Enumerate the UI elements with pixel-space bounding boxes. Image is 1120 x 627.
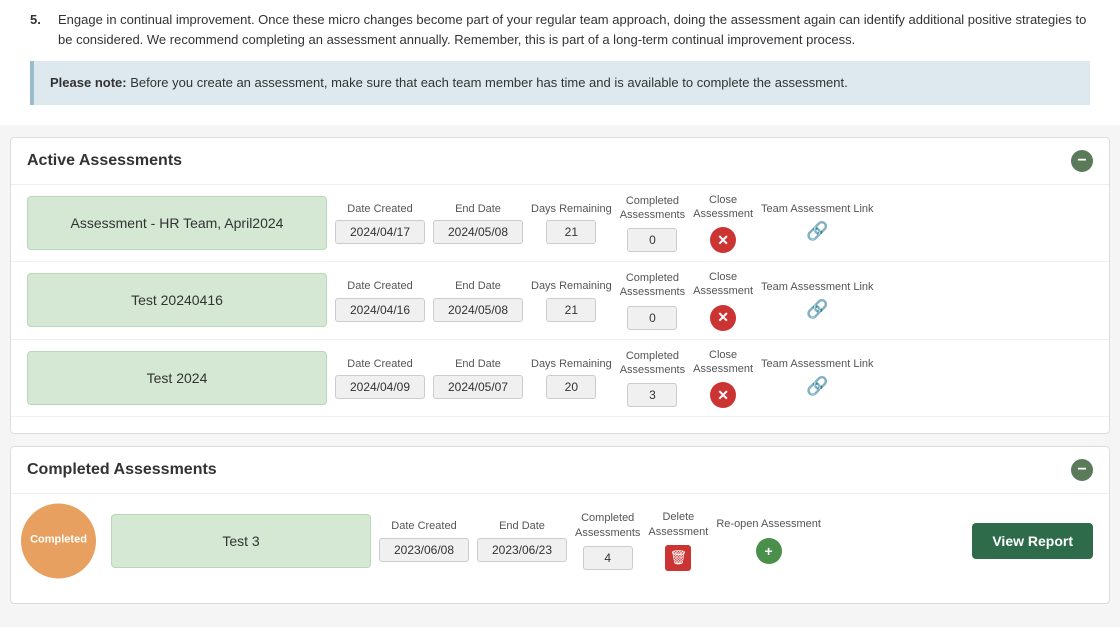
overlay-label: Completed — [30, 534, 87, 547]
label-team-link: Team Assessment Link — [761, 203, 874, 215]
comp-end-date-1: End Date 2023/06/23 — [477, 519, 567, 561]
top-section: 5. Engage in continual improvement. Once… — [0, 0, 1120, 125]
meta-end-date-3: End Date 2024/05/07 — [433, 357, 523, 399]
comp-delete-1: DeleteAssessment 🗑 — [648, 510, 708, 571]
label-end-date-2: End Date — [455, 279, 501, 293]
label-completed-3: CompletedAssessments — [620, 349, 685, 378]
assessment-row-3: Test 2024 Date Created 2024/04/09 End Da… — [11, 340, 1109, 418]
comp-value-end-date-1: 2023/06/23 — [477, 538, 567, 562]
label-date-created-3: Date Created — [347, 357, 412, 371]
completed-title: Completed Assessments — [27, 461, 217, 479]
page-wrapper: 5. Engage in continual improvement. Once… — [0, 0, 1120, 604]
close-btn-2[interactable]: ✕ — [710, 305, 736, 331]
label-close: CloseAssessment — [693, 193, 753, 222]
label-date-created-2: Date Created — [347, 279, 412, 293]
label-completed-2: CompletedAssessments — [620, 271, 685, 300]
label-team-link-3: Team Assessment Link — [761, 358, 874, 370]
label-date-created: Date Created — [347, 202, 412, 216]
note-text: Before you create an assessment, make su… — [130, 75, 848, 90]
assessment-name-3: Test 2024 — [27, 351, 327, 405]
label-end-date-3: End Date — [455, 357, 501, 371]
comp-label-completed: CompletedAssessments — [575, 511, 640, 540]
meta-date-created-2: Date Created 2024/04/16 — [335, 279, 425, 321]
label-close-3: CloseAssessment — [693, 348, 753, 377]
label-days-2: Days Remaining — [531, 279, 612, 293]
active-collapse-btn[interactable]: − — [1071, 150, 1093, 172]
meta-end-date-2: End Date 2024/05/08 — [433, 279, 523, 321]
completed-row-1: Test 3 Date Created 2023/06/08 End Date … — [11, 502, 1109, 579]
label-completed: CompletedAssessments — [620, 194, 685, 223]
team-link-3: Team Assessment Link 🔗 — [761, 358, 874, 397]
meta-completed-1: CompletedAssessments 0 — [620, 194, 685, 253]
value-date-created-2: 2024/04/16 — [335, 298, 425, 322]
value-completed-3: 3 — [627, 383, 677, 407]
completed-name-1: Test 3 — [111, 514, 371, 568]
value-days-1: 21 — [546, 220, 596, 244]
step-number: 5. — [30, 10, 50, 49]
active-assessments-card: Active Assessments − Assessment - HR Tea… — [10, 137, 1110, 435]
value-date-created-1: 2024/04/17 — [335, 220, 425, 244]
meta-end-date-1: End Date 2024/05/08 — [433, 202, 523, 244]
meta-date-created-1: Date Created 2024/04/17 — [335, 202, 425, 244]
comp-label-reopen: Re-open Assessment — [716, 517, 821, 531]
note-label: Please note: — [50, 75, 127, 90]
close-btn-3[interactable]: ✕ — [710, 382, 736, 408]
step-text: Engage in continual improvement. Once th… — [58, 10, 1090, 49]
comp-label-date-created: Date Created — [391, 519, 456, 533]
value-date-created-3: 2024/04/09 — [335, 375, 425, 399]
close-btn-1[interactable]: ✕ — [710, 227, 736, 253]
meta-completed-3: CompletedAssessments 3 — [620, 349, 685, 408]
value-days-2: 21 — [546, 298, 596, 322]
comp-label-end-date: End Date — [499, 519, 545, 533]
comp-completed-1: CompletedAssessments 4 — [575, 511, 640, 570]
active-title: Active Assessments — [27, 152, 182, 170]
label-team-link-2: Team Assessment Link — [761, 281, 874, 293]
label-close-2: CloseAssessment — [693, 270, 753, 299]
value-completed-2: 0 — [627, 306, 677, 330]
meta-completed-2: CompletedAssessments 0 — [620, 271, 685, 330]
link-icon-2[interactable]: 🔗 — [806, 299, 828, 320]
completed-collapse-btn[interactable]: − — [1071, 459, 1093, 481]
value-days-3: 20 — [546, 375, 596, 399]
completed-assessments-card: Completed Assessments − Completed Test 3… — [10, 446, 1110, 604]
value-end-date-2: 2024/05/08 — [433, 298, 523, 322]
meta-days-3: Days Remaining 20 — [531, 357, 612, 399]
value-end-date-1: 2024/05/08 — [433, 220, 523, 244]
comp-value-completed-1: 4 — [583, 546, 633, 570]
label-days-3: Days Remaining — [531, 357, 612, 371]
link-icon-1[interactable]: 🔗 — [806, 221, 828, 242]
value-completed-1: 0 — [627, 228, 677, 252]
note-box: Please note: Before you create an assess… — [30, 61, 1090, 105]
assessment-name-2: Test 20240416 — [27, 273, 327, 327]
assessment-row: Assessment - HR Team, April2024 Date Cre… — [11, 185, 1109, 263]
close-assessment-3: CloseAssessment ✕ — [693, 348, 753, 409]
completed-body: Completed Test 3 Date Created 2023/06/08… — [11, 494, 1109, 587]
close-assessment-1: CloseAssessment ✕ — [693, 193, 753, 254]
meta-days-2: Days Remaining 21 — [531, 279, 612, 321]
delete-btn-1[interactable]: 🗑 — [665, 545, 691, 571]
label-end-date: End Date — [455, 202, 501, 216]
team-link-1: Team Assessment Link 🔗 — [761, 203, 874, 242]
comp-label-delete: DeleteAssessment — [648, 510, 708, 539]
assessment-name-1: Assessment - HR Team, April2024 — [27, 196, 327, 250]
team-link-2: Team Assessment Link 🔗 — [761, 281, 874, 320]
comp-value-date-created-1: 2023/06/08 — [379, 538, 469, 562]
step-5: 5. Engage in continual improvement. Once… — [30, 10, 1090, 49]
comp-date-created-1: Date Created 2023/06/08 — [379, 519, 469, 561]
assessment-row-2: Test 20240416 Date Created 2024/04/16 En… — [11, 262, 1109, 340]
meta-date-created-3: Date Created 2024/04/09 — [335, 357, 425, 399]
completed-overlay: Completed — [21, 503, 96, 578]
view-report-btn[interactable]: View Report — [972, 523, 1093, 559]
reopen-btn-1[interactable]: + — [756, 538, 782, 564]
close-assessment-2: CloseAssessment ✕ — [693, 270, 753, 331]
link-icon-3[interactable]: 🔗 — [806, 376, 828, 397]
active-header: Active Assessments − — [11, 138, 1109, 185]
label-days: Days Remaining — [531, 202, 612, 216]
comp-reopen-1: Re-open Assessment + — [716, 517, 821, 563]
completed-header: Completed Assessments − — [11, 447, 1109, 494]
value-end-date-3: 2024/05/07 — [433, 375, 523, 399]
meta-days-1: Days Remaining 21 — [531, 202, 612, 244]
